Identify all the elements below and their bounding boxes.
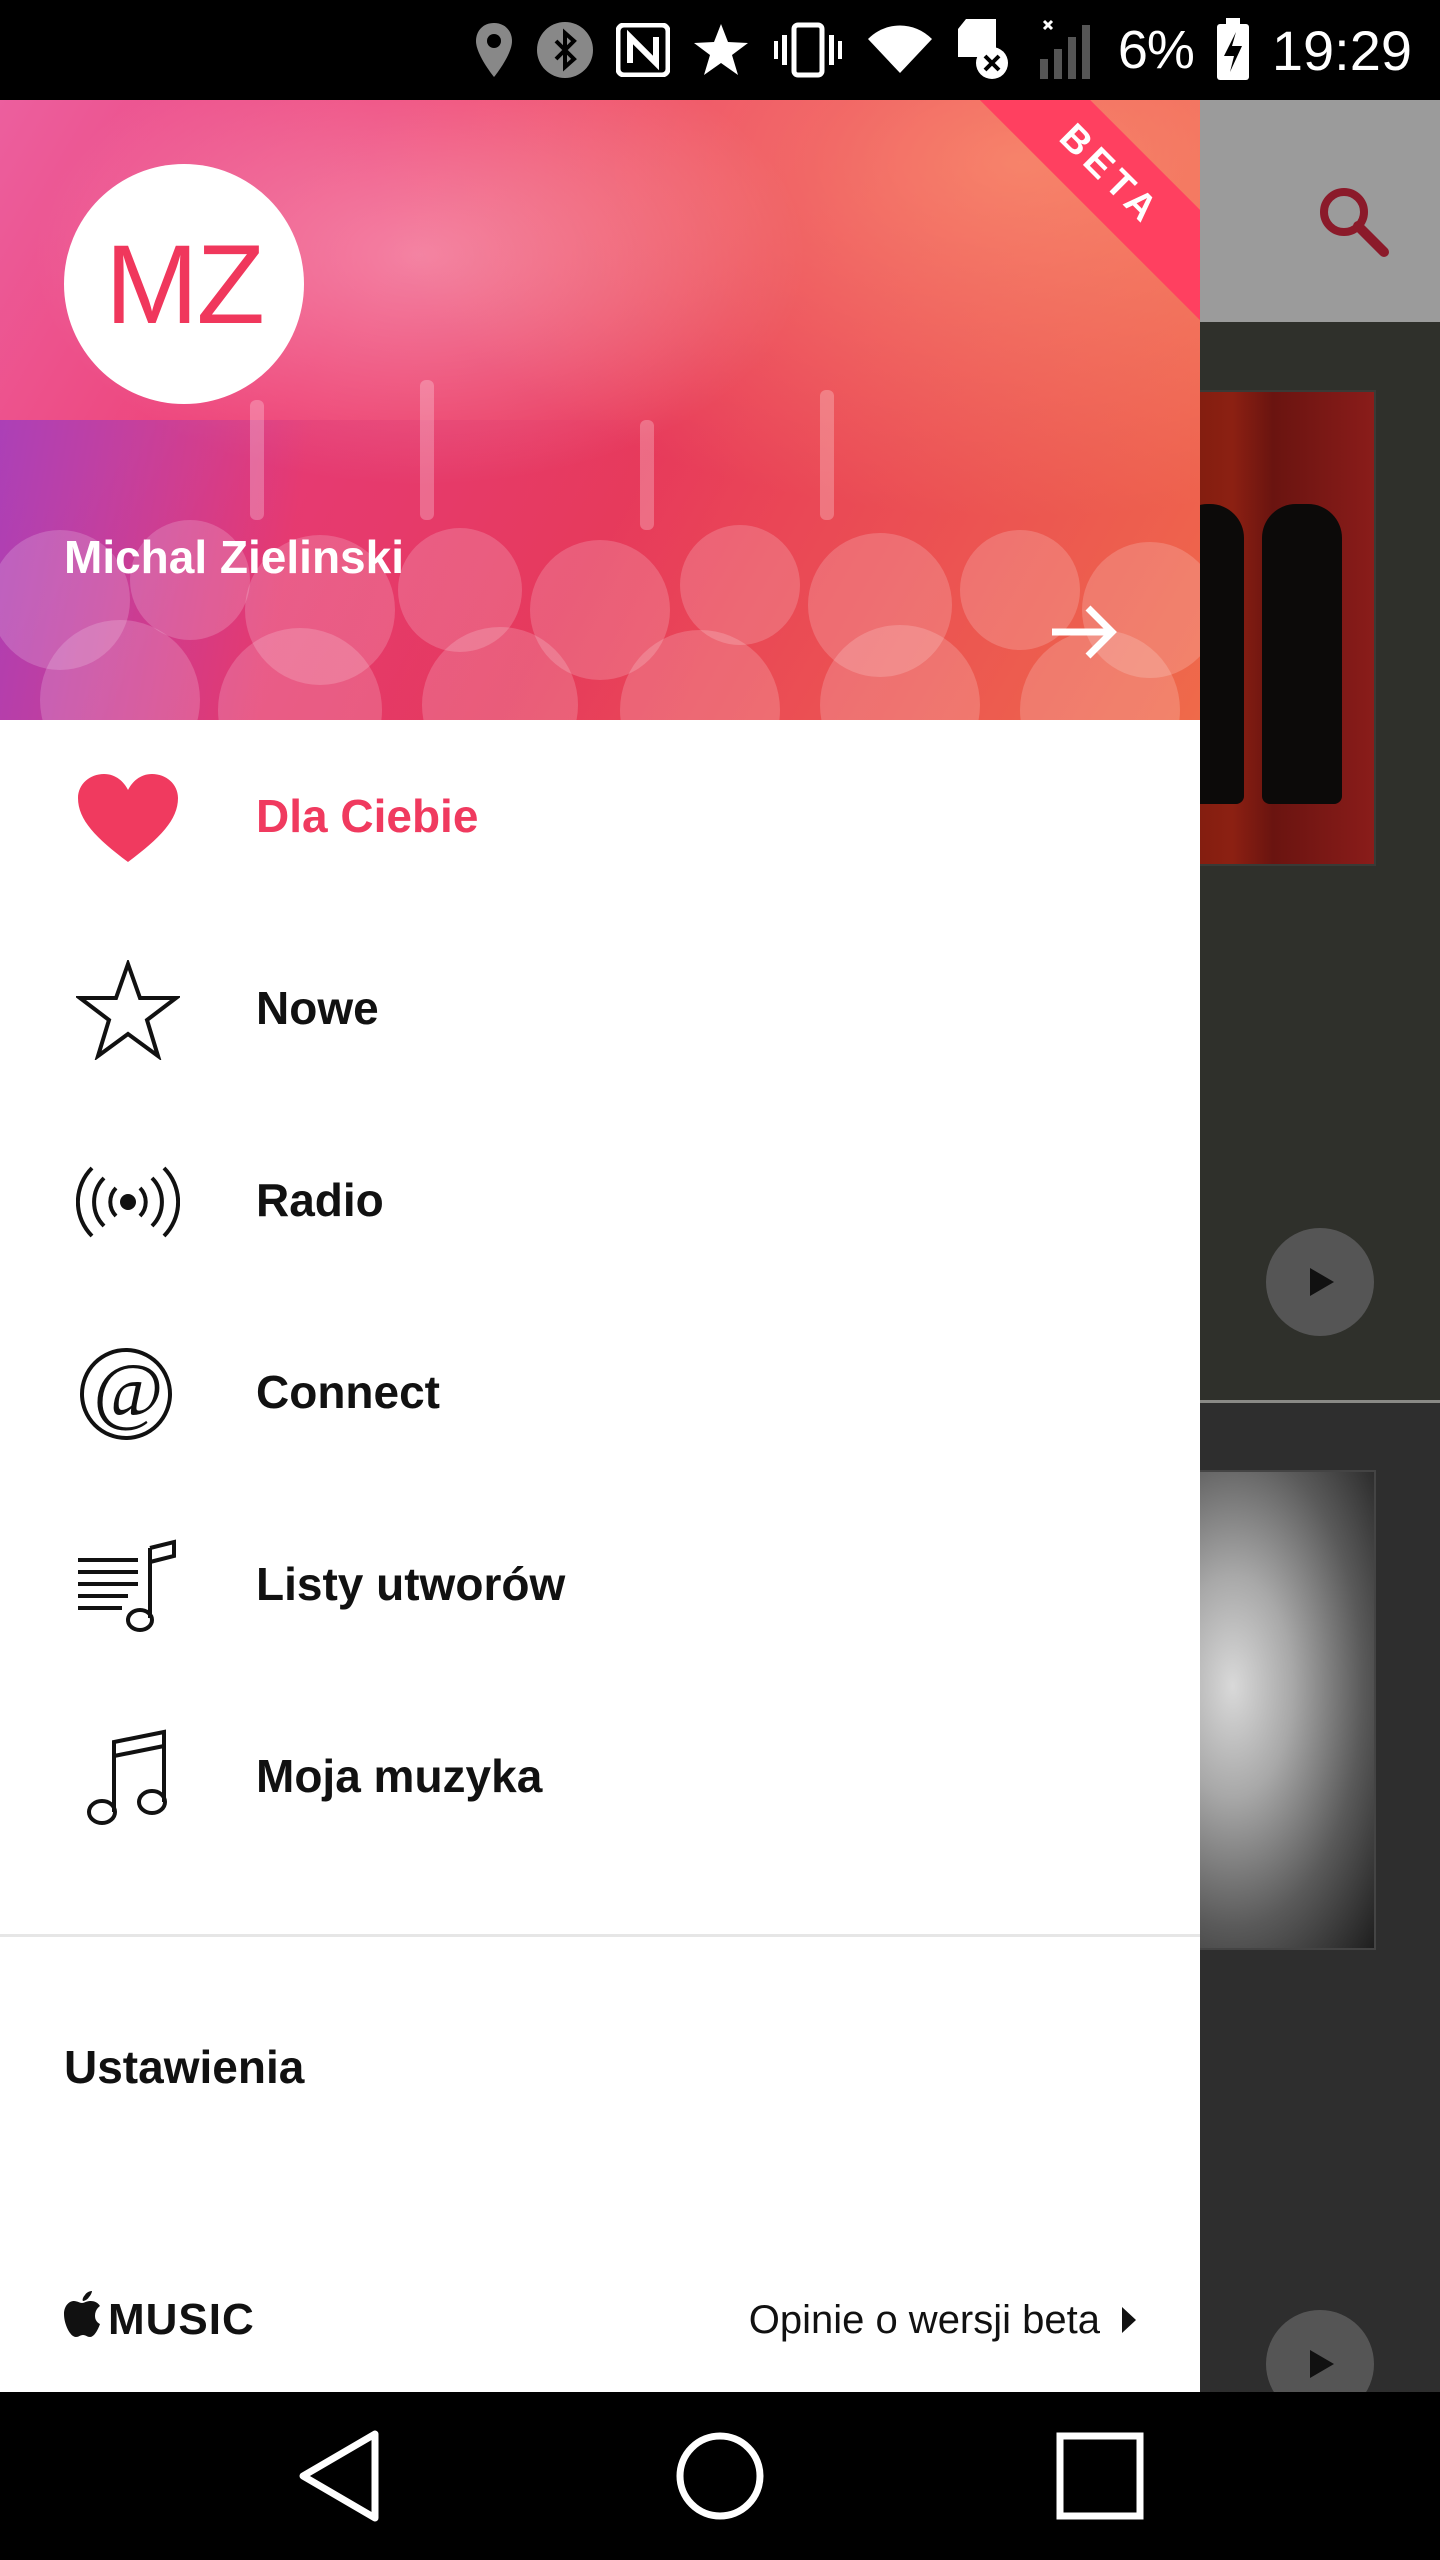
signal-icon xyxy=(1036,19,1096,81)
apple-music-logo: MUSIC xyxy=(62,2290,255,2350)
menu-item-radio[interactable]: Radio xyxy=(0,1104,1200,1296)
beta-badge: BETA xyxy=(941,100,1200,344)
menu-item-label: Dla Ciebie xyxy=(256,790,479,842)
at-sign-icon: @ xyxy=(76,1342,180,1446)
playlist-icon xyxy=(76,1534,180,1638)
nfc-icon xyxy=(615,23,670,77)
menu-item-label: Nowe xyxy=(256,982,379,1034)
drawer-header[interactable]: BETA MZ Michal Zielinski xyxy=(0,100,1200,720)
battery-charging-icon xyxy=(1216,18,1250,82)
menu-item-label: Moja muzyka xyxy=(256,1750,543,1802)
avatar-initials: MZ xyxy=(105,221,265,347)
search-icon[interactable] xyxy=(1312,180,1392,260)
menu-item-label: Radio xyxy=(256,1174,384,1226)
recents-icon[interactable] xyxy=(1050,2426,1150,2526)
menu-item-dla-ciebie[interactable]: Dla Ciebie xyxy=(0,720,1200,912)
settings-item[interactable]: Ustawienia xyxy=(64,2040,304,2094)
home-icon[interactable] xyxy=(670,2426,770,2526)
menu-divider xyxy=(0,1934,1200,1937)
bluetooth-icon xyxy=(536,21,594,79)
wifi-icon xyxy=(866,23,934,77)
sd-card-icon xyxy=(956,17,1014,83)
apple-icon xyxy=(62,2290,102,2350)
music-note-icon xyxy=(76,1726,180,1830)
album-artwork[interactable] xyxy=(1170,390,1376,866)
menu-item-listy-utworow[interactable]: Listy utworów xyxy=(0,1488,1200,1680)
heart-icon xyxy=(76,766,180,870)
back-icon[interactable] xyxy=(290,2426,390,2526)
user-name[interactable]: Michal Zielinski xyxy=(64,530,404,584)
status-icons: 6% 19:29 xyxy=(474,0,1412,100)
menu-item-connect[interactable]: @ Connect xyxy=(0,1296,1200,1488)
menu-item-moja-muzyka[interactable]: Moja muzyka xyxy=(0,1680,1200,1872)
star-outline-icon xyxy=(76,958,180,1062)
location-icon xyxy=(474,21,514,79)
radio-broadcast-icon xyxy=(76,1150,180,1254)
menu-item-label: Connect xyxy=(256,1366,440,1418)
menu-item-nowe[interactable]: Nowe xyxy=(0,912,1200,1104)
beta-badge-label: BETA xyxy=(1051,115,1170,234)
play-button[interactable] xyxy=(1266,1228,1374,1336)
beta-feedback-label: Opinie o wersji beta xyxy=(748,2297,1100,2342)
drawer-footer: MUSIC Opinie o wersji beta xyxy=(0,2280,1200,2390)
arrow-right-icon[interactable] xyxy=(1044,592,1124,672)
beta-feedback-link[interactable]: Opinie o wersji beta xyxy=(749,2290,1138,2350)
vibrate-icon xyxy=(772,21,844,79)
music-brand-label: MUSIC xyxy=(108,2295,255,2344)
status-bar: 6% 19:29 xyxy=(0,0,1440,100)
artwork-figure xyxy=(1262,504,1342,804)
svg-text:@: @ xyxy=(93,1349,163,1433)
system-navigation-bar xyxy=(0,2392,1440,2560)
menu-item-label: Listy utworów xyxy=(256,1558,566,1610)
caret-right-icon xyxy=(1122,2307,1136,2333)
star-icon xyxy=(692,21,750,79)
album-artwork[interactable] xyxy=(1170,1470,1376,1950)
navigation-drawer: BETA MZ Michal Zielinski Dla Ciebie Nowe xyxy=(0,100,1200,2392)
clock: 19:29 xyxy=(1271,18,1412,82)
battery-percent: 6% xyxy=(1117,20,1195,80)
avatar[interactable]: MZ xyxy=(64,164,304,404)
